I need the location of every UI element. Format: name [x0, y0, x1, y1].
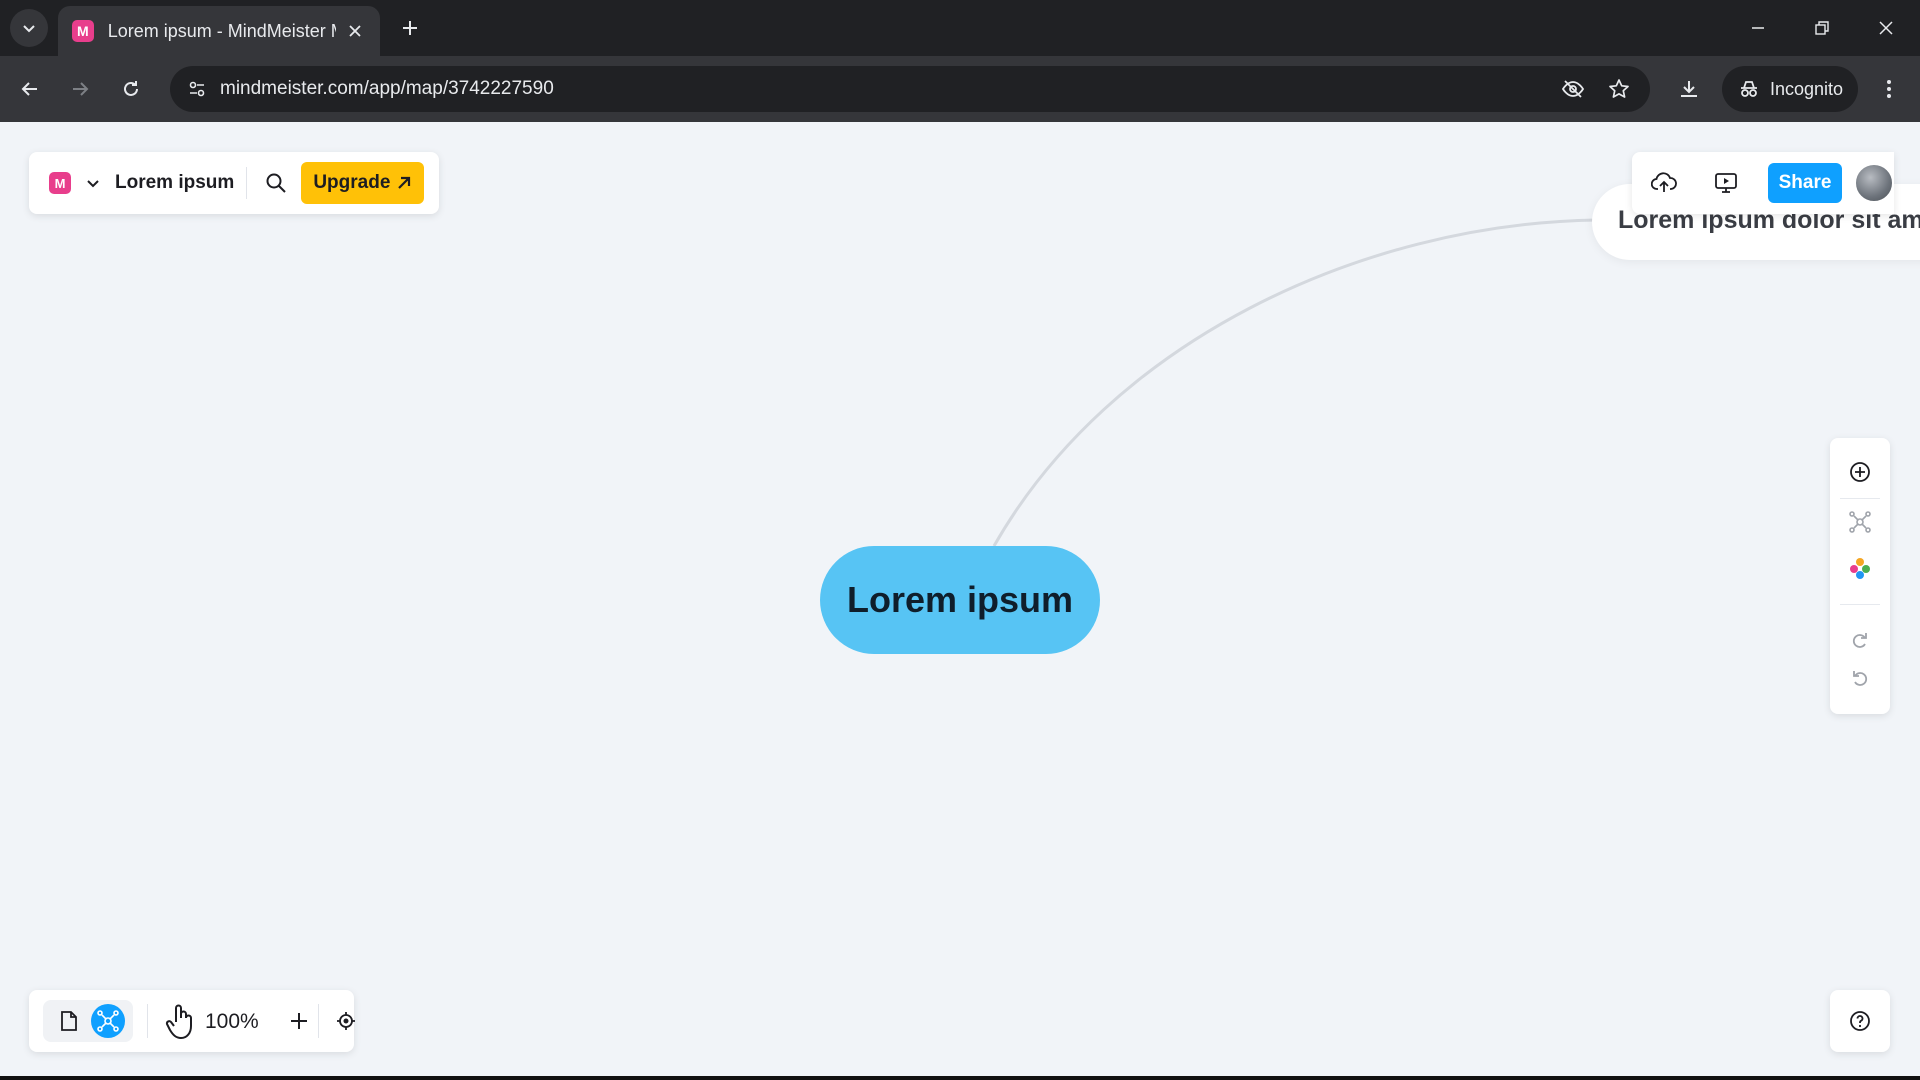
mindmeister-logo-icon[interactable]: M	[49, 172, 71, 194]
restore-button[interactable]	[1806, 12, 1838, 44]
close-icon	[1879, 21, 1893, 35]
help-icon	[1850, 1011, 1870, 1031]
mindmeister-favicon-icon: M	[72, 20, 94, 42]
export-button[interactable]	[1644, 163, 1684, 203]
toolbar-divider	[246, 167, 248, 199]
browser-window: M Lorem ipsum - MindMeister Mi mindmeist…	[0, 0, 1920, 1080]
root-topic-node[interactable]: Lorem ipsum	[820, 546, 1100, 654]
tab-active[interactable]: M Lorem ipsum - MindMeister Mi	[58, 6, 380, 56]
plus-icon	[403, 21, 417, 35]
reload-icon	[124, 81, 138, 96]
star-icon	[1609, 79, 1629, 98]
connect-button[interactable]	[1844, 506, 1876, 538]
add-topic-button[interactable]	[1844, 456, 1876, 488]
help-button[interactable]	[1830, 990, 1890, 1052]
mind-map-view-button[interactable]	[91, 1004, 125, 1038]
restore-icon	[1815, 21, 1829, 35]
presentation-button[interactable]	[1706, 163, 1746, 203]
bookmark-button[interactable]	[1604, 74, 1634, 104]
toolbar-divider	[318, 1004, 319, 1038]
arrow-up-right-icon	[398, 176, 411, 189]
connect-icon	[1849, 511, 1871, 533]
side-toolbar	[1830, 438, 1890, 714]
undo-button[interactable]	[1844, 662, 1876, 694]
outline-view-icon	[61, 1011, 77, 1031]
side-toolbar-divider	[1840, 604, 1880, 605]
side-toolbar-divider	[1840, 498, 1880, 499]
forward-button[interactable]	[63, 72, 97, 106]
close-tab-button[interactable]	[344, 20, 366, 42]
outline-view-button[interactable]	[51, 1003, 87, 1039]
add-topic-icon	[1850, 462, 1870, 482]
eye-off-icon	[1561, 80, 1585, 98]
zoom-in-button[interactable]	[281, 1003, 317, 1039]
download-icon	[1681, 81, 1697, 97]
toolbar-divider	[147, 1004, 148, 1038]
close-icon	[349, 25, 361, 37]
avatar[interactable]	[1854, 163, 1894, 203]
incognito-indicator[interactable]: Incognito	[1722, 66, 1858, 112]
cloud-upload-icon	[1651, 172, 1677, 192]
search-button[interactable]	[261, 168, 291, 198]
chevron-down-icon	[87, 180, 99, 188]
browser-menu-button[interactable]	[1872, 72, 1906, 106]
arrow-left-icon	[21, 82, 37, 96]
screen-bottom-edge	[0, 1076, 1920, 1080]
style-palette-icon	[1850, 558, 1870, 579]
redo-icon	[1852, 633, 1867, 648]
minimize-button[interactable]	[1742, 12, 1774, 44]
map-title[interactable]: Lorem ipsum	[115, 172, 234, 194]
kebab-menu-icon	[1887, 80, 1891, 98]
map-header-toolbar: M Lorem ipsum Upgrade	[29, 152, 439, 214]
tab-title: Lorem ipsum - MindMeister Mi	[107, 20, 337, 41]
map-actions-toolbar: Share	[1632, 152, 1894, 214]
reload-button[interactable]	[114, 72, 148, 106]
share-button[interactable]: Share	[1768, 163, 1842, 203]
zoom-level[interactable]: 100%	[205, 1010, 259, 1034]
mind-map-canvas[interactable]: M Lorem ipsum Upgrade Lorem ipsum dolor …	[0, 122, 1920, 1080]
back-button[interactable]	[13, 72, 47, 106]
tab-strip: M Lorem ipsum - MindMeister Mi	[0, 0, 1920, 56]
map-menu-dropdown[interactable]	[83, 173, 103, 193]
url-text: mindmeister.com/app/map/3742227590	[220, 78, 554, 99]
redo-button[interactable]	[1844, 624, 1876, 656]
incognito-label: Incognito	[1770, 78, 1844, 99]
tune-icon	[189, 81, 205, 97]
browser-toolbar: mindmeister.com/app/map/3742227590 Incog…	[0, 56, 1920, 122]
zoom-in-icon	[291, 1013, 307, 1029]
upgrade-button[interactable]: Upgrade	[301, 162, 425, 204]
minimize-icon	[1752, 27, 1764, 29]
style-button[interactable]	[1844, 552, 1876, 584]
tab-list-button[interactable]	[10, 9, 48, 47]
center-map-icon	[337, 1012, 355, 1030]
mind-map-view-icon	[97, 1010, 119, 1032]
tracking-protection-button[interactable]	[1558, 74, 1588, 104]
new-tab-button[interactable]	[396, 14, 424, 42]
upgrade-label: Upgrade	[313, 172, 391, 193]
close-window-button[interactable]	[1870, 12, 1902, 44]
arrow-right-icon	[73, 82, 89, 96]
site-info-button[interactable]	[182, 74, 212, 104]
center-map-button[interactable]	[328, 1003, 364, 1039]
incognito-icon	[1741, 81, 1757, 97]
chevron-down-icon	[23, 25, 35, 33]
undo-icon	[1853, 671, 1868, 686]
address-bar[interactable]: mindmeister.com/app/map/3742227590	[170, 66, 1650, 112]
search-icon	[266, 173, 287, 193]
downloads-button[interactable]	[1672, 72, 1706, 106]
hand-pan-icon[interactable]	[164, 1002, 198, 1042]
presentation-icon	[1715, 173, 1737, 193]
